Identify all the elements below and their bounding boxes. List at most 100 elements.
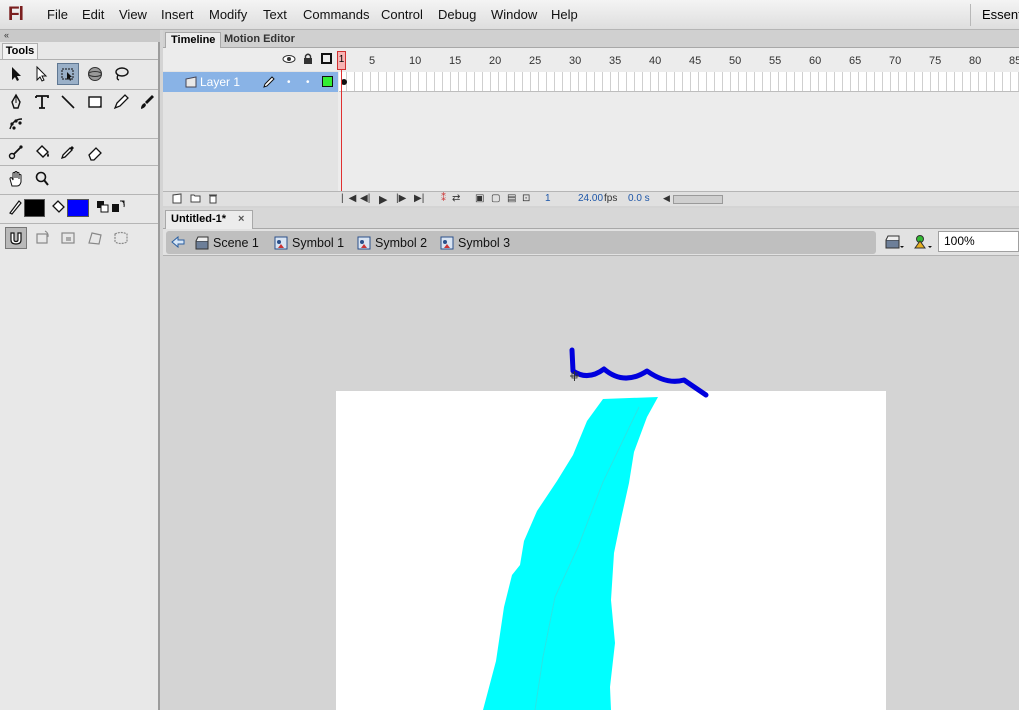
pencil-tool-icon[interactable] (110, 91, 132, 113)
snap-to-objects-icon[interactable] (5, 227, 27, 249)
menu-modify[interactable]: Modify (209, 7, 247, 22)
visibility-dot-icon[interactable]: • (287, 77, 291, 88)
free-transform-tool-icon[interactable] (57, 63, 79, 85)
brush-tool-icon[interactable] (136, 91, 158, 113)
frames-row[interactable] (339, 72, 1019, 92)
frames-area[interactable] (339, 71, 1019, 191)
step-back-icon[interactable]: ◀| (360, 193, 370, 204)
first-frame-icon[interactable]: |◀ (341, 193, 361, 204)
breadcrumb-symbol-1[interactable]: Symbol 1 (274, 235, 344, 251)
flash-window: Fl File Edit View Insert Modify Text Com… (0, 0, 1019, 710)
breadcrumb-scene[interactable]: Scene 1 (195, 235, 259, 251)
new-folder-icon[interactable] (190, 193, 201, 206)
menu-file[interactable]: File (47, 7, 68, 22)
lasso-tool-icon[interactable] (110, 63, 132, 85)
blue-wave-stroke[interactable] (569, 347, 709, 398)
breadcrumb-symbol-2[interactable]: Symbol 2 (357, 235, 427, 251)
menu-window[interactable]: Window (491, 7, 537, 22)
last-frame-icon[interactable]: ▶| (414, 193, 424, 204)
zoom-tool-icon[interactable] (31, 168, 53, 190)
tab-timeline[interactable]: Timeline (165, 32, 222, 48)
eraser-tool-icon[interactable] (84, 141, 106, 163)
close-icon[interactable]: × (238, 211, 244, 228)
timeline-scrollbar[interactable] (673, 195, 723, 204)
layer-outline-color-icon[interactable] (322, 76, 333, 87)
line-tool-icon[interactable] (57, 91, 79, 113)
center-frame-icon[interactable]: ⁑ (441, 193, 446, 204)
bone-tool-icon[interactable] (5, 141, 27, 163)
loop-icon[interactable]: ⇄ (452, 193, 460, 204)
modify-onion-markers-icon[interactable]: ⊡ (522, 193, 530, 204)
lock-dot-icon[interactable]: • (306, 77, 310, 88)
edit-symbols-icon[interactable] (913, 234, 933, 253)
onion-skin-icon[interactable]: ▣ (475, 193, 484, 204)
cyan-waterfall-shape[interactable] (483, 397, 658, 710)
app-logo: Fl (8, 4, 24, 25)
breadcrumb-label: Symbol 2 (375, 236, 428, 250)
fill-color-swatch[interactable] (67, 199, 89, 217)
pen-tool-icon[interactable] (5, 91, 27, 113)
menu-debug[interactable]: Debug (438, 7, 476, 22)
frame-number: 70 (889, 55, 902, 67)
menu-insert[interactable]: Insert (161, 7, 194, 22)
delete-layer-icon[interactable] (208, 193, 218, 207)
play-icon[interactable]: ▶ (379, 193, 387, 206)
lock-icon[interactable] (302, 52, 314, 68)
tool-divider (0, 165, 158, 166)
stage-pasteboard[interactable] (163, 257, 1019, 710)
deco-tool-icon[interactable] (5, 113, 27, 135)
tools-tab[interactable]: Tools (2, 43, 38, 59)
current-frame[interactable]: 1 (545, 193, 551, 204)
text-tool-icon[interactable] (31, 91, 53, 113)
breadcrumb-symbol-3[interactable]: Symbol 3 (440, 235, 510, 251)
menu-control[interactable]: Control (381, 7, 423, 22)
stage-artwork (483, 347, 709, 710)
paint-bucket-tool-icon[interactable] (31, 141, 53, 163)
edit-multiple-frames-icon[interactable]: ▤ (507, 193, 516, 204)
menu-help[interactable]: Help (551, 7, 578, 22)
swap-colors-icon[interactable] (107, 196, 129, 218)
show-hide-eye-icon[interactable] (282, 53, 296, 68)
envelope-icon[interactable] (110, 227, 132, 249)
selection-tool-icon[interactable] (5, 63, 27, 85)
zoom-input[interactable]: 100% (938, 231, 1019, 252)
outline-toggle-icon[interactable] (321, 53, 332, 64)
scale-icon[interactable] (57, 227, 79, 249)
back-arrow-icon[interactable] (170, 235, 186, 252)
menu-text[interactable]: Text (263, 7, 287, 22)
3d-rotation-tool-icon[interactable] (84, 63, 106, 85)
eyedropper-tool-icon[interactable] (57, 141, 79, 163)
subselection-tool-icon[interactable] (30, 63, 52, 85)
step-forward-icon[interactable]: |▶ (396, 193, 406, 204)
menu-commands[interactable]: Commands (303, 7, 369, 22)
collapse-panel-button[interactable]: « (0, 30, 160, 42)
stroke-color-swatch[interactable] (24, 199, 45, 217)
distort-icon[interactable] (84, 227, 106, 249)
layer-icon (185, 76, 197, 91)
document-tab[interactable]: Untitled-1* × (165, 210, 253, 230)
tool-divider (0, 223, 158, 224)
menu-view[interactable]: View (119, 7, 147, 22)
tab-motion-editor[interactable]: Motion Editor (219, 32, 300, 48)
frame-number: 35 (609, 55, 622, 67)
workspace-switcher[interactable]: Essenti (982, 7, 1019, 22)
playhead-line[interactable] (341, 51, 342, 191)
layer-row[interactable]: Layer 1 • • (163, 72, 338, 92)
frame-rate[interactable]: 24.00 (578, 193, 603, 204)
onion-outlines-icon[interactable]: ▢ (491, 193, 500, 204)
breadcrumb-label: Scene 1 (213, 236, 259, 250)
tool-divider (0, 89, 158, 90)
breadcrumb-label: Symbol 1 (292, 236, 345, 250)
fill-color-icon[interactable] (47, 196, 69, 218)
menu-edit[interactable]: Edit (82, 7, 104, 22)
layer-name[interactable]: Layer 1 (200, 75, 240, 89)
new-layer-icon[interactable] (172, 193, 182, 207)
edit-scene-icon[interactable] (885, 234, 905, 253)
scroll-left-icon[interactable]: ◀ (663, 193, 670, 204)
playhead[interactable]: 1 (337, 51, 346, 70)
movie-clip-icon (357, 236, 371, 250)
hand-tool-icon[interactable] (5, 168, 27, 190)
stroke-color-icon[interactable] (4, 196, 26, 218)
rotate-skew-icon[interactable] (31, 227, 53, 249)
rectangle-tool-icon[interactable] (84, 91, 106, 113)
